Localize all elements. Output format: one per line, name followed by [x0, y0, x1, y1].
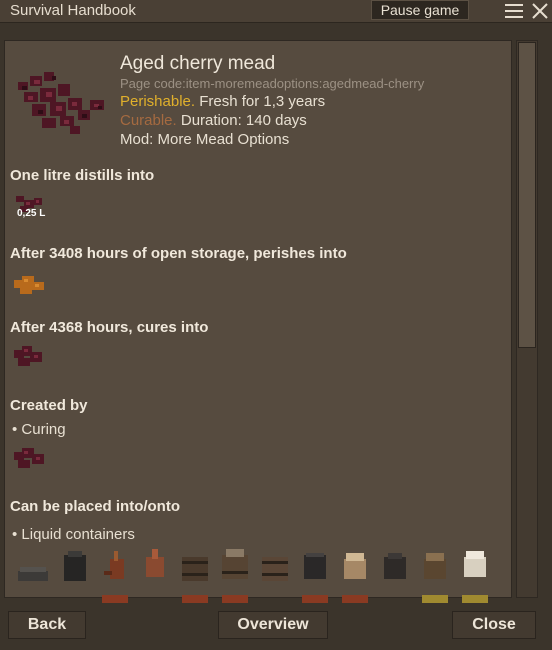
barrel-icon-2[interactable]: [218, 547, 252, 581]
pause-game-button[interactable]: Pause game: [371, 0, 469, 20]
crock-icon-1[interactable]: [338, 549, 372, 583]
curable-line: Curable. Duration: 140 days: [120, 112, 307, 129]
overview-button[interactable]: Overview: [218, 611, 328, 639]
pot-icon-1[interactable]: [298, 549, 332, 583]
created-heading: Created by: [10, 397, 88, 414]
item-name: Aged cherry mead: [120, 53, 276, 74]
barrel-still-icon[interactable]: [138, 547, 172, 581]
cured-product-icon[interactable]: [10, 342, 50, 372]
aged-cherry-mead-icon: [18, 72, 104, 134]
source-mead-icon[interactable]: [10, 444, 50, 474]
close-button[interactable]: Close: [452, 611, 536, 639]
created-by-item[interactable]: • Curing: [12, 421, 66, 438]
placed-heading: Can be placed into/onto: [10, 498, 181, 515]
cure-heading: After 4368 hours, cures into: [10, 319, 209, 336]
curable-text: Duration: 140 days: [176, 112, 307, 129]
container-icon-row2-5[interactable]: [338, 589, 372, 603]
rot-icon[interactable]: [10, 270, 50, 300]
jug-icon[interactable]: [58, 549, 92, 583]
perishable-text: Fresh for 1,3 years: [195, 93, 326, 110]
back-button[interactable]: Back: [8, 611, 86, 639]
distill-heading: One litre distills into: [10, 167, 155, 184]
container-icon-row2-3[interactable]: [218, 589, 252, 603]
barrel-icon-1[interactable]: [178, 551, 212, 585]
crock-icon-2[interactable]: [418, 549, 452, 583]
close-window-icon[interactable]: [530, 1, 550, 21]
container-icon-row2-7[interactable]: [458, 589, 492, 603]
container-icon-row2-2[interactable]: [178, 589, 212, 603]
mod-info: Mod: More Mead Options: [120, 131, 290, 148]
barrel-icon-3[interactable]: [258, 551, 292, 585]
pot-icon-2[interactable]: [378, 549, 412, 583]
distill-amount: 0,25 L: [17, 208, 46, 219]
perishable-line: Perishable. Fresh for 1,3 years: [120, 93, 325, 110]
page-code: Page code:item-moremeadoptions:agedmead-…: [120, 76, 425, 91]
bowl-icon[interactable]: [16, 555, 50, 589]
placed-into-item[interactable]: • Liquid containers: [12, 526, 135, 543]
still-icon[interactable]: [100, 549, 134, 583]
container-icons-row: [14, 545, 514, 605]
perish-heading: After 3408 hours of open storage, perish…: [10, 245, 347, 262]
crock-icon-3[interactable]: [458, 547, 492, 581]
container-icon-row2-4[interactable]: [298, 589, 332, 603]
perishable-label: Perishable.: [120, 93, 196, 110]
curable-label: Curable.: [120, 112, 177, 129]
scrollbar-thumb[interactable]: [518, 42, 536, 348]
container-icon-row2-6[interactable]: [418, 589, 452, 603]
hamburger-menu-icon[interactable]: [505, 2, 523, 20]
container-icon-row2-1[interactable]: [98, 589, 132, 603]
window-title: Survival Handbook: [10, 2, 136, 19]
